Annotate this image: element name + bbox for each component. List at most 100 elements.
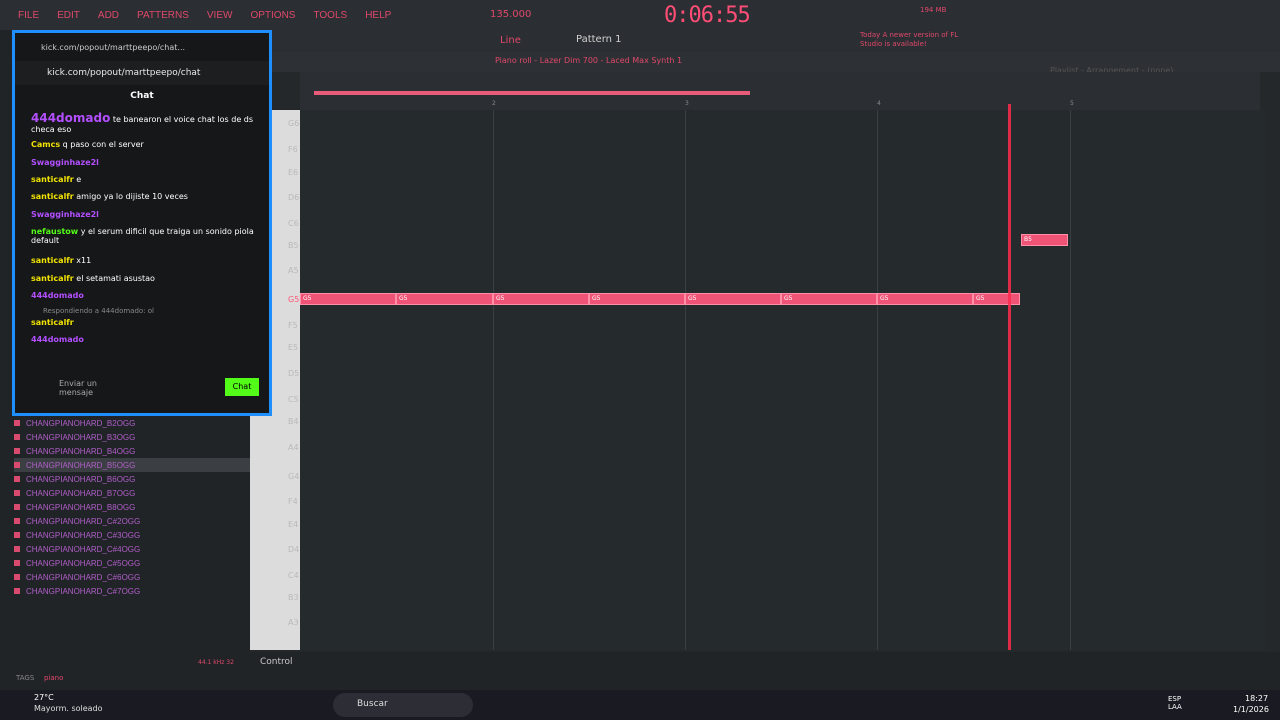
chat-message: 444domado: [31, 291, 84, 300]
note-g5[interactable]: G5: [973, 293, 1020, 305]
chat-tab-title: kick.com/popout/marttpeepo/chat...: [41, 43, 186, 52]
key-c6: C6: [288, 219, 299, 228]
key-f4: F4: [288, 497, 298, 506]
browser-item[interactable]: CHANGPIANOHARD_C#6OGG: [14, 570, 250, 584]
menu-options[interactable]: OPTIONS: [250, 10, 295, 21]
pianoroll-title: Piano roll - Lazer Dim 700 - Laced Max S…: [495, 56, 683, 65]
browser-item[interactable]: CHANGPIANOHARD_B2OGG: [14, 416, 250, 430]
menu-tools[interactable]: TOOLS: [313, 10, 347, 21]
loop-range[interactable]: [314, 91, 750, 95]
chat-message: santicalfr el setamati asustao: [31, 274, 155, 283]
song-time: 0:06:55: [664, 3, 751, 28]
key-b5: B5: [288, 241, 299, 250]
menu-patterns[interactable]: PATTERNS: [137, 10, 189, 21]
clock-time[interactable]: 18:27: [1245, 694, 1268, 703]
menu-file[interactable]: FILE: [18, 10, 39, 21]
browser-item[interactable]: CHANGPIANOHARD_B8OGG: [14, 500, 250, 514]
key-c5: C5: [288, 395, 299, 404]
control-lane[interactable]: [250, 652, 1280, 690]
timeline[interactable]: 2 3 4 5: [300, 72, 1260, 110]
chat-message: 444domado te banearon el voice chat los …: [31, 111, 254, 134]
browser-item[interactable]: CHANGPIANOHARD_C#3OGG: [14, 528, 250, 542]
bar-2: 2: [492, 100, 496, 107]
note-b5[interactable]: B5: [1021, 234, 1068, 246]
browser-item[interactable]: CHANGPIANOHARD_C#4OGG: [14, 542, 250, 556]
bar-5: 5: [1070, 100, 1074, 107]
key-a5: A5: [288, 266, 299, 275]
key-a3: A3: [288, 618, 299, 627]
fl-toolbar: FILE EDIT ADD PATTERNS VIEW OPTIONS TOOL…: [0, 0, 1280, 30]
chat-message: santicalfr: [31, 318, 74, 327]
browser-item[interactable]: CHANGPIANOHARD_B5OGG: [14, 458, 250, 472]
control-label[interactable]: Control: [260, 657, 293, 667]
search-text: Buscar: [357, 699, 388, 709]
pattern-toolbar: Line Pattern 1 Today A newer version of …: [250, 30, 1280, 52]
browser-item[interactable]: CHANGPIANOHARD_B6OGG: [14, 472, 250, 486]
update-notice[interactable]: Today A newer version of FL Studio is av…: [860, 31, 970, 49]
browser-item[interactable]: CHANGPIANOHARD_B4OGG: [14, 444, 250, 458]
note-g5[interactable]: G5: [589, 293, 685, 305]
key-d6: D6: [288, 193, 300, 202]
tags-label: TAGS: [16, 674, 35, 682]
note-g5[interactable]: G5: [396, 293, 493, 305]
menu-help[interactable]: HELP: [365, 10, 391, 21]
note-g5[interactable]: G5: [685, 293, 781, 305]
main-menu: FILE EDIT ADD PATTERNS VIEW OPTIONS TOOL…: [18, 0, 391, 30]
chat-url[interactable]: kick.com/popout/marttpeepo/chat: [15, 61, 269, 85]
chat-title: Chat: [130, 91, 154, 101]
menu-add[interactable]: ADD: [98, 10, 119, 21]
key-g5: G5: [288, 295, 300, 304]
note-g5[interactable]: G5: [493, 293, 589, 305]
tags-value[interactable]: piano: [44, 674, 63, 682]
weather-desc[interactable]: Mayorm. soleado: [34, 704, 103, 713]
browser-item[interactable]: CHANGPIANOHARD_B3OGG: [14, 430, 250, 444]
menu-view[interactable]: VIEW: [207, 10, 233, 21]
menu-edit[interactable]: EDIT: [57, 10, 80, 21]
chat-send-button[interactable]: Chat: [225, 378, 259, 396]
chat-message: santicalfr e: [31, 175, 82, 184]
note-g5[interactable]: G5: [877, 293, 973, 305]
key-e6: E6: [288, 168, 299, 177]
bar-3: 3: [685, 100, 689, 107]
key-c4: C4: [288, 571, 299, 580]
chat-message: Swagginhaze2l: [31, 210, 99, 219]
chat-message: Swagginhaze2l: [31, 158, 99, 167]
clock-date[interactable]: 1/1/2026: [1233, 705, 1269, 714]
file-browser: CHANGPIANOHARD_B2OGG CHANGPIANOHARD_B3OG…: [14, 416, 250, 598]
pianoroll-titlebar: Piano roll - Lazer Dim 700 - Laced Max S…: [250, 52, 1280, 75]
key-f6: F6: [288, 145, 298, 154]
key-b3: B3: [288, 593, 299, 602]
chat-message: Camcs q paso con el server: [31, 140, 144, 149]
note-g5[interactable]: G5: [300, 293, 396, 305]
language[interactable]: ESP LAA: [1168, 695, 1192, 711]
reply-indicator: Respondiendo a 444domado: ol: [43, 307, 154, 315]
line-mode[interactable]: Line: [500, 35, 521, 46]
pattern-selector[interactable]: Pattern 1: [576, 34, 622, 45]
taskbar-search[interactable]: Buscar: [333, 693, 473, 717]
key-a4: A4: [288, 443, 299, 452]
key-g6: G6: [288, 119, 300, 128]
tempo-display[interactable]: 135.000: [490, 9, 531, 20]
key-g4: G4: [288, 472, 300, 481]
chat-message: 444domado: [31, 335, 84, 344]
browser-item[interactable]: CHANGPIANOHARD_B7OGG: [14, 486, 250, 500]
chat-message: nefaustow y el serum dificil que traiga …: [31, 227, 254, 245]
key-b4: B4: [288, 417, 299, 426]
note-g5[interactable]: G5: [781, 293, 877, 305]
note-grid[interactable]: [300, 110, 1265, 650]
weather-temp[interactable]: 27°C: [34, 693, 54, 702]
key-f5: F5: [288, 321, 298, 330]
browser-item[interactable]: CHANGPIANOHARD_C#7OGG: [14, 584, 250, 598]
key-e4: E4: [288, 520, 299, 529]
sample-rate: 44.1 kHz 32: [198, 659, 234, 666]
chat-popout-window: kick.com/popout/marttpeepo/chat... kick.…: [12, 30, 272, 416]
playhead[interactable]: [1008, 104, 1011, 650]
key-e5: E5: [288, 343, 299, 352]
memory-usage: 194 MB: [920, 6, 947, 14]
chat-message: santicalfr amigo ya lo dijiste 10 veces: [31, 192, 188, 201]
browser-item[interactable]: CHANGPIANOHARD_C#5OGG: [14, 556, 250, 570]
chat-message: santicalfr x11: [31, 256, 92, 265]
bar-4: 4: [877, 100, 881, 107]
browser-item[interactable]: CHANGPIANOHARD_C#2OGG: [14, 514, 250, 528]
chat-input[interactable]: Enviar un mensaje: [59, 379, 119, 397]
